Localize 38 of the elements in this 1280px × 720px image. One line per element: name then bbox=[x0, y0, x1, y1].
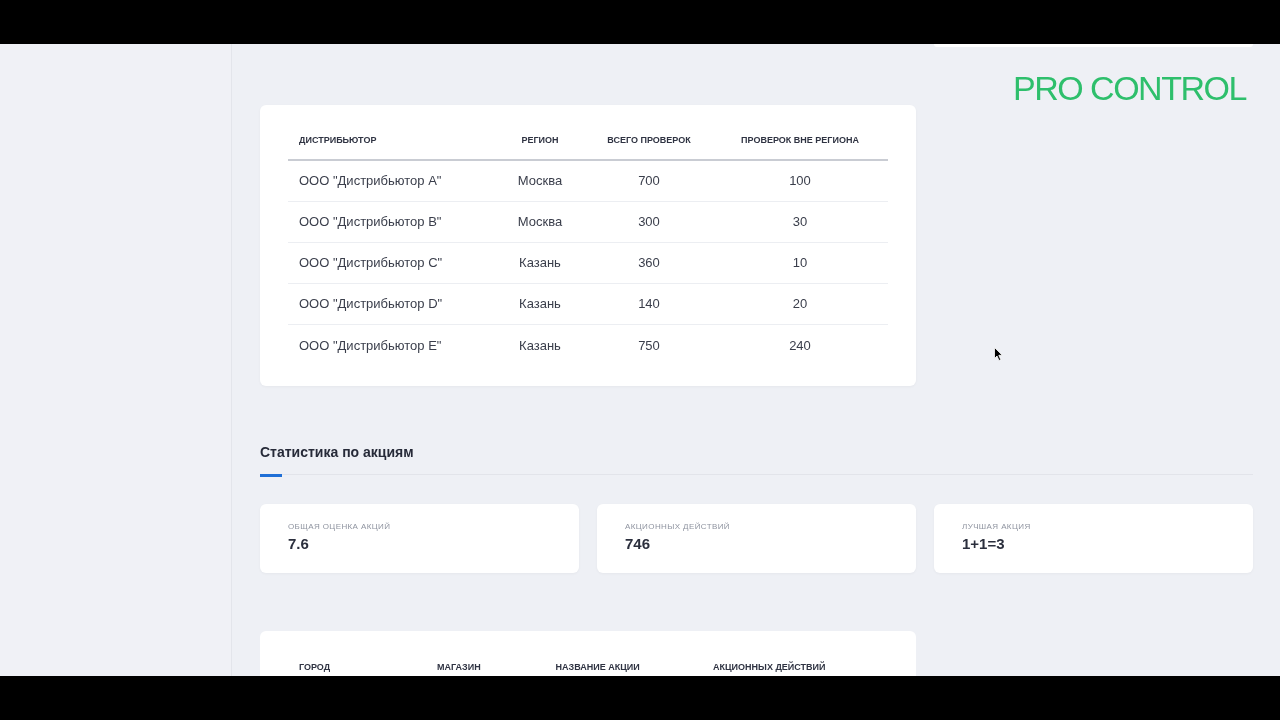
stat-label: ОБЩАЯ ОЦЕНКА АКЦИЙ bbox=[288, 522, 391, 532]
column-header: МАГАЗИН bbox=[437, 661, 482, 675]
table-cell-text: ООО "Дистрибьютор D" bbox=[298, 295, 444, 314]
table-cell-text: 750 bbox=[637, 336, 661, 355]
column-header: РЕГИОН bbox=[520, 134, 560, 148]
table-cell-text: 20 bbox=[791, 295, 809, 314]
column-header: ГОРОД bbox=[298, 661, 332, 675]
stat-label: АКЦИОННЫХ ДЕЙСТВИЙ bbox=[625, 522, 731, 532]
column-header: ПРОВЕРОК ВНЕ РЕГИОНА bbox=[740, 134, 860, 148]
column-header: ДИСТРИБЬЮТОР bbox=[298, 134, 378, 148]
table-cell-text: ООО "Дистрибьютор C" bbox=[298, 254, 444, 273]
stat-value: 1+1=3 bbox=[962, 535, 1005, 553]
logo: PRO CONTROL bbox=[1013, 68, 1246, 108]
table-cell-text: 140 bbox=[637, 295, 661, 314]
stat-value: 746 bbox=[625, 535, 651, 553]
title-underline bbox=[260, 474, 282, 477]
table-cell-text: 100 bbox=[788, 172, 812, 191]
column-header: АКЦИОННЫХ ДЕЙСТВИЙ bbox=[713, 661, 827, 675]
table-cell-text: ООО "Дистрибьютор E" bbox=[298, 336, 443, 355]
column-header: НАЗВАНИЕ АКЦИИ bbox=[555, 661, 641, 675]
table-cell-text: 240 bbox=[788, 336, 812, 355]
table-cell-text: ООО "Дистрибьютор B" bbox=[298, 213, 443, 232]
table-cell-text: Москва bbox=[516, 213, 564, 232]
column-header: ВСЕГО ПРОВЕРОК bbox=[606, 134, 692, 148]
table-cell-text: Москва bbox=[516, 172, 564, 191]
stat-value: 7.6 bbox=[288, 535, 309, 553]
table-cell-text: 360 bbox=[637, 254, 661, 273]
table-cell-text: Казань bbox=[518, 295, 562, 314]
section-title: Статистика по акциям bbox=[260, 444, 414, 460]
table-cell-text: 30 bbox=[791, 213, 809, 232]
table-cell-text: 700 bbox=[637, 172, 661, 191]
table-cell-text: ООО "Дистрибьютор A" bbox=[298, 172, 443, 191]
stat-label: ЛУЧШАЯ АКЦИЯ bbox=[962, 522, 1031, 532]
cursor-icon bbox=[994, 347, 1003, 361]
table-cell-text: Казань bbox=[518, 254, 562, 273]
table-cell-text: Казань bbox=[518, 336, 562, 355]
table-cell-text: 300 bbox=[637, 213, 661, 232]
table-cell-text: 10 bbox=[791, 254, 809, 273]
